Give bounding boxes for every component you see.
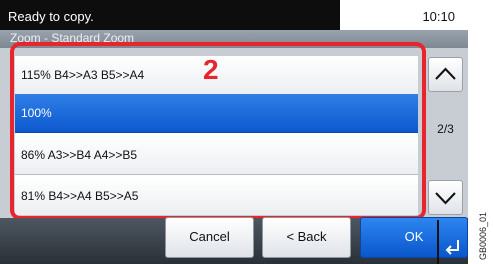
status-message: Ready to copy. [0, 0, 340, 30]
callout-number: 2 [203, 54, 219, 85]
scroll-up-button[interactable] [428, 57, 463, 92]
page-indicator: 2/3 [437, 122, 454, 136]
enter-arrow-icon [445, 240, 459, 255]
scroll-down-button[interactable] [428, 180, 463, 215]
chevron-up-icon [435, 67, 456, 80]
chevron-down-icon [435, 192, 456, 205]
pointer-line [437, 220, 439, 264]
clock: 10:10 [422, 9, 455, 24]
cancel-button[interactable]: Cancel [165, 217, 254, 258]
figure-code: GB0006_01 [478, 211, 488, 260]
ok-label: OK [404, 229, 424, 244]
back-button[interactable]: < Back [262, 217, 351, 258]
